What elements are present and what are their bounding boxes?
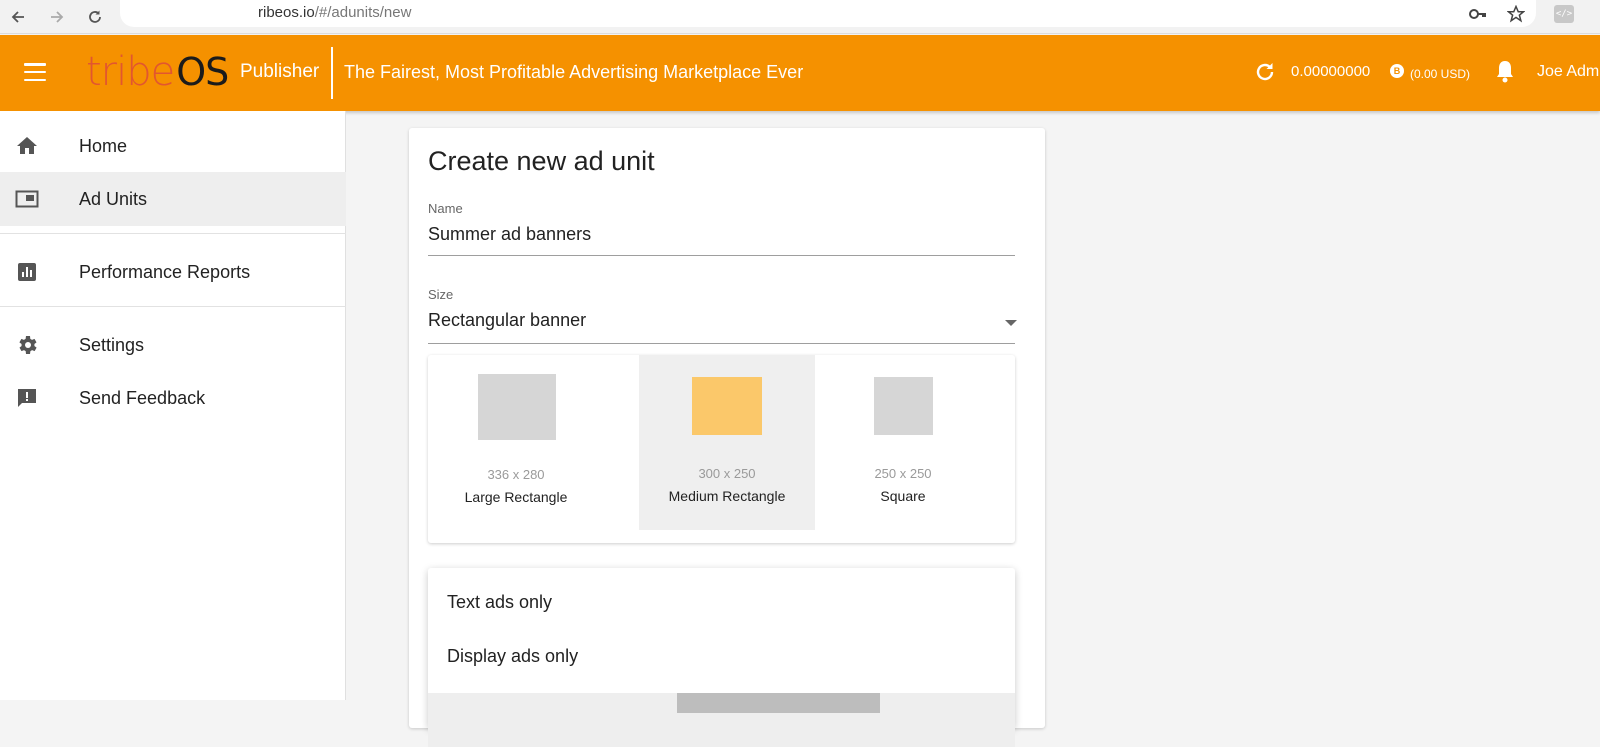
token-balance: 0.00000000 <box>1291 63 1371 80</box>
size-dimensions: 336 x 280 <box>487 467 545 482</box>
size-option-square[interactable]: 250 x 250 Square <box>815 355 991 530</box>
sidebar-item-home[interactable]: Home <box>0 119 346 173</box>
sidebar-divider <box>0 233 346 234</box>
name-underline <box>428 255 1015 256</box>
hover-highlight <box>677 693 880 713</box>
size-thumbnail <box>874 377 933 435</box>
menu-item-highlighted[interactable] <box>428 693 1015 747</box>
menu-item-display-ads-only[interactable]: Display ads only <box>428 630 1015 684</box>
star-icon[interactable] <box>1505 4 1527 24</box>
sidebar-item-send-feedback[interactable]: Send Feedback <box>0 371 346 425</box>
sidebar-divider <box>0 306 346 307</box>
coin-icon: B <box>1390 64 1404 78</box>
size-name: Medium Rectangle <box>668 488 786 504</box>
back-icon[interactable] <box>6 0 30 34</box>
address-bar[interactable]: ribeos.io/#/adunits/new <box>120 0 1536 27</box>
size-underline <box>428 343 1015 344</box>
size-name: Large Rectangle <box>464 489 568 505</box>
header-divider <box>331 47 333 99</box>
size-dimensions: 300 x 250 <box>698 466 756 481</box>
usd-balance: (0.00 USD) <box>1410 67 1471 81</box>
bell-icon[interactable] <box>1494 59 1516 83</box>
size-dimensions: 250 x 250 <box>874 466 932 481</box>
key-icon[interactable] <box>1467 4 1489 24</box>
product-name: Publisher <box>240 61 320 82</box>
forward-icon[interactable] <box>45 0 69 34</box>
size-select-value: Rectangular banner <box>428 310 587 330</box>
name-input[interactable]: Summer ad banners <box>428 224 591 245</box>
home-icon <box>15 134 39 158</box>
sidebar-item-label: Home <box>79 135 128 156</box>
size-label: Size <box>428 287 454 302</box>
sidebar: Home Ad Units Performance Reports Settin… <box>0 111 346 700</box>
chevron-down-icon[interactable] <box>1005 320 1017 326</box>
extension-icon[interactable]: </> <box>1553 4 1575 24</box>
header-tagline: The Fairest, Most Profitable Advertising… <box>344 62 804 82</box>
user-name[interactable]: Joe Adm <box>1537 63 1599 81</box>
size-options-panel: 336 x 280 Large Rectangle 300 x 250 Medi… <box>428 355 1015 543</box>
menu-item-text-ads-only[interactable]: Text ads only <box>428 576 1015 630</box>
sidebar-item-label: Settings <box>79 334 145 355</box>
browser-toolbar: ribeos.io/#/adunits/new </> <box>0 0 1600 34</box>
reload-icon[interactable] <box>83 0 107 34</box>
sidebar-item-label: Send Feedback <box>79 387 206 408</box>
name-label: Name <box>428 201 463 216</box>
size-thumbnail <box>692 377 762 435</box>
url-text: ribeos.io/#/adunits/new <box>258 4 412 21</box>
feedback-icon <box>15 386 39 410</box>
sidebar-item-performance-reports[interactable]: Performance Reports <box>0 245 346 299</box>
tribeos-logo[interactable]: tribe OS <box>86 49 229 95</box>
refresh-icon[interactable] <box>1253 60 1277 84</box>
bar-chart-icon <box>15 260 39 284</box>
sidebar-item-ad-units[interactable]: Ad Units <box>0 172 346 226</box>
app-header: tribe OS Publisher The Fairest, Most Prof… <box>0 35 1600 111</box>
menu-icon[interactable] <box>24 63 46 81</box>
menu-item-label: Display ads only <box>447 646 579 666</box>
sidebar-item-label: Ad Units <box>79 188 148 209</box>
sidebar-item-settings[interactable]: Settings <box>0 318 346 372</box>
size-name: Square <box>880 488 926 504</box>
size-thumbnail <box>478 374 556 440</box>
menu-item-label: Text ads only <box>447 592 553 612</box>
size-option-medium-rectangle[interactable]: 300 x 250 Medium Rectangle <box>639 355 815 530</box>
size-option-large-rectangle[interactable]: 336 x 280 Large Rectangle <box>428 355 604 530</box>
sidebar-item-label: Performance Reports <box>79 261 251 282</box>
page-title: Create new ad unit <box>428 146 655 176</box>
create-ad-unit-card: Create new ad unit Name Summer ad banner… <box>409 128 1045 747</box>
ad-units-icon <box>15 187 39 211</box>
ad-type-dropdown-menu: Text ads only Display ads only <box>428 568 1015 747</box>
gear-icon <box>15 333 39 357</box>
